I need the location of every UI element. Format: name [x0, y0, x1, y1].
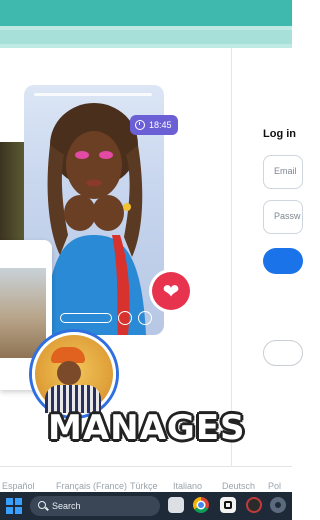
password-placeholder: Passw [274, 211, 301, 221]
avatar-face [57, 361, 81, 385]
media-app-icon[interactable] [246, 497, 262, 513]
language-footer: Español Français (France) Türkçe Italian… [0, 466, 292, 493]
language-link[interactable]: Español [2, 481, 35, 491]
login-title: Log in [263, 128, 296, 140]
story-controls [60, 310, 160, 326]
language-link[interactable]: Deutsch [222, 481, 255, 491]
panel-divider [231, 48, 232, 466]
file-explorer-icon[interactable] [168, 497, 184, 513]
site-header-strip [0, 30, 292, 44]
story-circle-icon [118, 311, 132, 325]
login-button[interactable] [263, 248, 303, 274]
timer-text: 18:45 [149, 120, 172, 130]
post-preview-image [0, 268, 46, 358]
password-field[interactable]: Passw [263, 200, 303, 234]
clock-icon [135, 120, 145, 130]
email-field[interactable]: Email [263, 155, 303, 189]
capcut-icon[interactable] [220, 497, 236, 513]
chrome-icon[interactable] [193, 497, 209, 513]
timer-badge: 18:45 [130, 115, 178, 135]
taskbar-search[interactable]: Search [30, 496, 160, 516]
email-placeholder: Email [274, 166, 297, 176]
secondary-login-button[interactable] [263, 340, 303, 366]
search-icon [38, 501, 46, 509]
story-input-pill [60, 313, 112, 323]
side-photo [0, 142, 24, 242]
language-link[interactable]: Français (France) [56, 481, 127, 491]
avatar [32, 332, 116, 416]
heart-icon: ❤ [152, 272, 190, 310]
video-caption: MANAGES [48, 408, 246, 448]
language-link[interactable]: Pol [268, 481, 281, 491]
taskbar-search-label: Search [52, 501, 81, 511]
language-link[interactable]: Türkçe [130, 481, 158, 491]
os-taskbar: Search [0, 492, 292, 520]
language-link[interactable]: Italiano [173, 481, 202, 491]
windows-start-icon[interactable] [6, 498, 22, 514]
story-circle-icon [138, 311, 152, 325]
settings-icon[interactable] [270, 497, 286, 513]
browser-top-bar [0, 0, 292, 26]
